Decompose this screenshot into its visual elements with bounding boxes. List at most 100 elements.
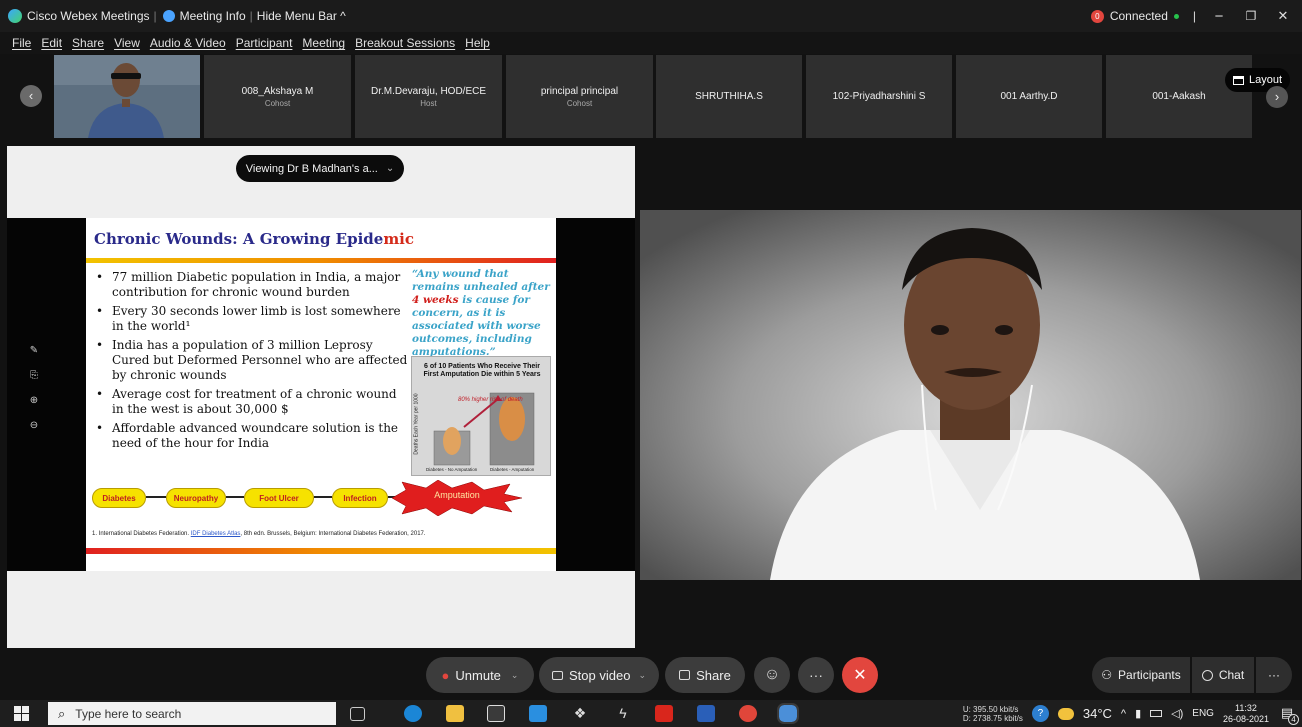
- windows-taskbar: ⌕ Type here to search ❖ ϟ U: 395.50 kbit…: [0, 700, 1302, 727]
- active-speaker-video[interactable]: [640, 210, 1301, 580]
- menu-breakout-sessions[interactable]: Breakout Sessions: [355, 36, 455, 50]
- participant-tile[interactable]: 008_Akshaya M Cohost: [204, 55, 351, 138]
- search-placeholder: Type here to search: [75, 706, 182, 721]
- taskbar-clock[interactable]: 11:32 26-08-2021: [1223, 703, 1269, 725]
- menu-help[interactable]: Help: [465, 36, 490, 50]
- temperature-label[interactable]: 34°C: [1083, 706, 1112, 721]
- chevron-up-icon[interactable]: ^: [1121, 708, 1126, 720]
- unmute-label: Unmute: [455, 667, 501, 683]
- share-button[interactable]: Share: [665, 657, 745, 693]
- slide-reference: 1. International Diabetes Federation. ID…: [92, 531, 426, 537]
- participants-panel-button[interactable]: ⚇ Participants: [1092, 657, 1190, 693]
- participant-strip: ‹ 008_Akshaya M Cohost Dr.M.Devaraju, HO…: [0, 54, 1302, 142]
- help-icon[interactable]: ?: [1031, 705, 1049, 722]
- word-icon[interactable]: [697, 705, 715, 722]
- windows-logo-icon: [14, 706, 21, 713]
- clock-date: 26-08-2021: [1222, 713, 1269, 724]
- reference-text: , 8th edn. Brussels, Belgium: Internatio…: [240, 531, 426, 537]
- layout-label: Layout: [1248, 74, 1282, 86]
- panel-overflow-button[interactable]: ···: [1256, 657, 1292, 693]
- participant-tile[interactable]: 001 Aarthy.D: [956, 55, 1102, 138]
- acrobat-reader-icon[interactable]: [655, 705, 673, 722]
- app-title: Cisco Webex Meetings: [8, 9, 150, 23]
- slide-bullet: Every 30 seconds lower limb is lost some…: [92, 304, 410, 334]
- participant-tile[interactable]: 001-Aakash: [1106, 55, 1252, 138]
- participant-tile-self-video[interactable]: [54, 55, 200, 138]
- title-separator: |: [249, 9, 253, 23]
- windows-start-button[interactable]: [14, 706, 29, 721]
- slide-title-tail: mic: [383, 230, 415, 248]
- chevron-down-icon: ⌄: [638, 669, 646, 680]
- chrome-icon[interactable]: [739, 705, 757, 722]
- participant-name: 001-Aakash: [1152, 91, 1206, 102]
- complication-flow: Diabetes Neuropathy Foot Ulcer Infection…: [92, 480, 552, 520]
- microsoft-store-icon[interactable]: [487, 705, 505, 722]
- slide-title: Chronic Wounds: A Growing Epidemic: [94, 230, 414, 248]
- zoom-out-icon[interactable]: ⊖: [26, 420, 42, 431]
- chat-label: Chat: [1218, 668, 1245, 682]
- menu-file[interactable]: File: [12, 36, 31, 50]
- participant-tile[interactable]: principal principal Cohost: [506, 55, 653, 138]
- video-camera-icon: [552, 670, 563, 680]
- taskbar-search-box[interactable]: ⌕ Type here to search: [48, 702, 336, 725]
- amputation-infographic: 6 of 10 Patients Who Receive Their First…: [411, 356, 551, 476]
- participant-tile[interactable]: SHRUTHIHA.S: [656, 55, 802, 138]
- participant-role: Host: [420, 98, 437, 108]
- title-separator: |: [1192, 9, 1196, 23]
- viewing-share-dropdown[interactable]: Viewing Dr B Madhan's a... ⌄: [236, 155, 404, 182]
- notifications-button[interactable]: ▤ 4: [1278, 705, 1299, 725]
- file-explorer-icon[interactable]: [446, 705, 464, 722]
- app-name: Cisco Webex Meetings: [27, 9, 150, 23]
- menu-audio-video[interactable]: Audio & Video: [150, 36, 226, 50]
- restore-button[interactable]: ❐: [1242, 9, 1260, 23]
- menu-edit[interactable]: Edit: [41, 36, 62, 50]
- presentation-slide: Chronic Wounds: A Growing Epidemic 77 mi…: [86, 218, 556, 571]
- slide-title-text: Chronic Wounds: A Growing Epide: [94, 230, 384, 248]
- more-options-button[interactable]: ···: [798, 657, 834, 693]
- reference-link[interactable]: IDF Diabetes Atlas: [191, 531, 241, 537]
- leave-meeting-button[interactable]: ✕: [842, 657, 878, 693]
- unmute-button[interactable]: ● Unmute ⌄: [426, 657, 534, 693]
- minimize-button[interactable]: −: [1210, 8, 1228, 25]
- hide-menu-bar-button[interactable]: Hide Menu Bar ^: [257, 9, 346, 23]
- menu-participant[interactable]: Participant: [236, 36, 293, 50]
- reactions-button[interactable]: ☺: [754, 657, 790, 693]
- webex-taskbar-icon[interactable]: [777, 703, 799, 724]
- edge-browser-icon[interactable]: [404, 705, 422, 722]
- flow-step: Foot Ulcer: [244, 488, 314, 508]
- meeting-info-button[interactable]: Meeting Info: [162, 9, 246, 23]
- fit-page-icon[interactable]: ⎘: [26, 370, 42, 381]
- foot-bars-illustration: [433, 392, 535, 466]
- volume-icon[interactable]: ◁): [1171, 707, 1183, 720]
- menu-meeting[interactable]: Meeting: [302, 36, 345, 50]
- winamp-icon[interactable]: ϟ: [614, 705, 632, 722]
- weather-icon[interactable]: [1057, 707, 1074, 720]
- dropbox-icon[interactable]: ❖: [571, 705, 589, 722]
- window-titlebar: Cisco Webex Meetings | Meeting Info | Hi…: [0, 0, 1302, 32]
- language-indicator[interactable]: ENG: [1192, 708, 1214, 719]
- close-window-button[interactable]: ✕: [1274, 8, 1292, 24]
- chat-panel-button[interactable]: Chat: [1192, 657, 1254, 693]
- task-view-icon[interactable]: [350, 707, 365, 721]
- layout-icon: [1232, 75, 1244, 85]
- titlebar-right: 0 Connected | − ❐ ✕: [1090, 0, 1292, 32]
- strip-next-button[interactable]: ›: [1266, 86, 1288, 108]
- network-speed: U: 395.50 kbit/s D: 2738.75 kbit/s: [963, 705, 1023, 723]
- stop-video-button[interactable]: Stop video ⌄: [539, 657, 659, 693]
- menu-view[interactable]: View: [114, 36, 140, 50]
- microphone-icon[interactable]: ▮: [1135, 707, 1141, 720]
- battery-icon[interactable]: [1150, 710, 1163, 717]
- slide-title-rule: [86, 258, 556, 263]
- strip-prev-button[interactable]: ‹: [20, 85, 42, 107]
- menu-share[interactable]: Share: [72, 36, 104, 50]
- pointer-tool-icon[interactable]: ✎: [26, 345, 42, 356]
- share-label: Share: [696, 667, 731, 683]
- participant-name: 001 Aarthy.D: [1000, 91, 1058, 102]
- connection-status[interactable]: 0 Connected: [1090, 9, 1179, 23]
- mail-icon[interactable]: [529, 705, 547, 722]
- zoom-in-icon[interactable]: ⊕: [26, 395, 42, 406]
- participant-tile[interactable]: Dr.M.Devaraju, HOD/ECE Host: [355, 55, 502, 138]
- search-icon: ⌕: [58, 705, 66, 721]
- participant-tile[interactable]: 102-Priyadharshini S: [806, 55, 952, 138]
- smiley-icon: ☺: [763, 666, 781, 683]
